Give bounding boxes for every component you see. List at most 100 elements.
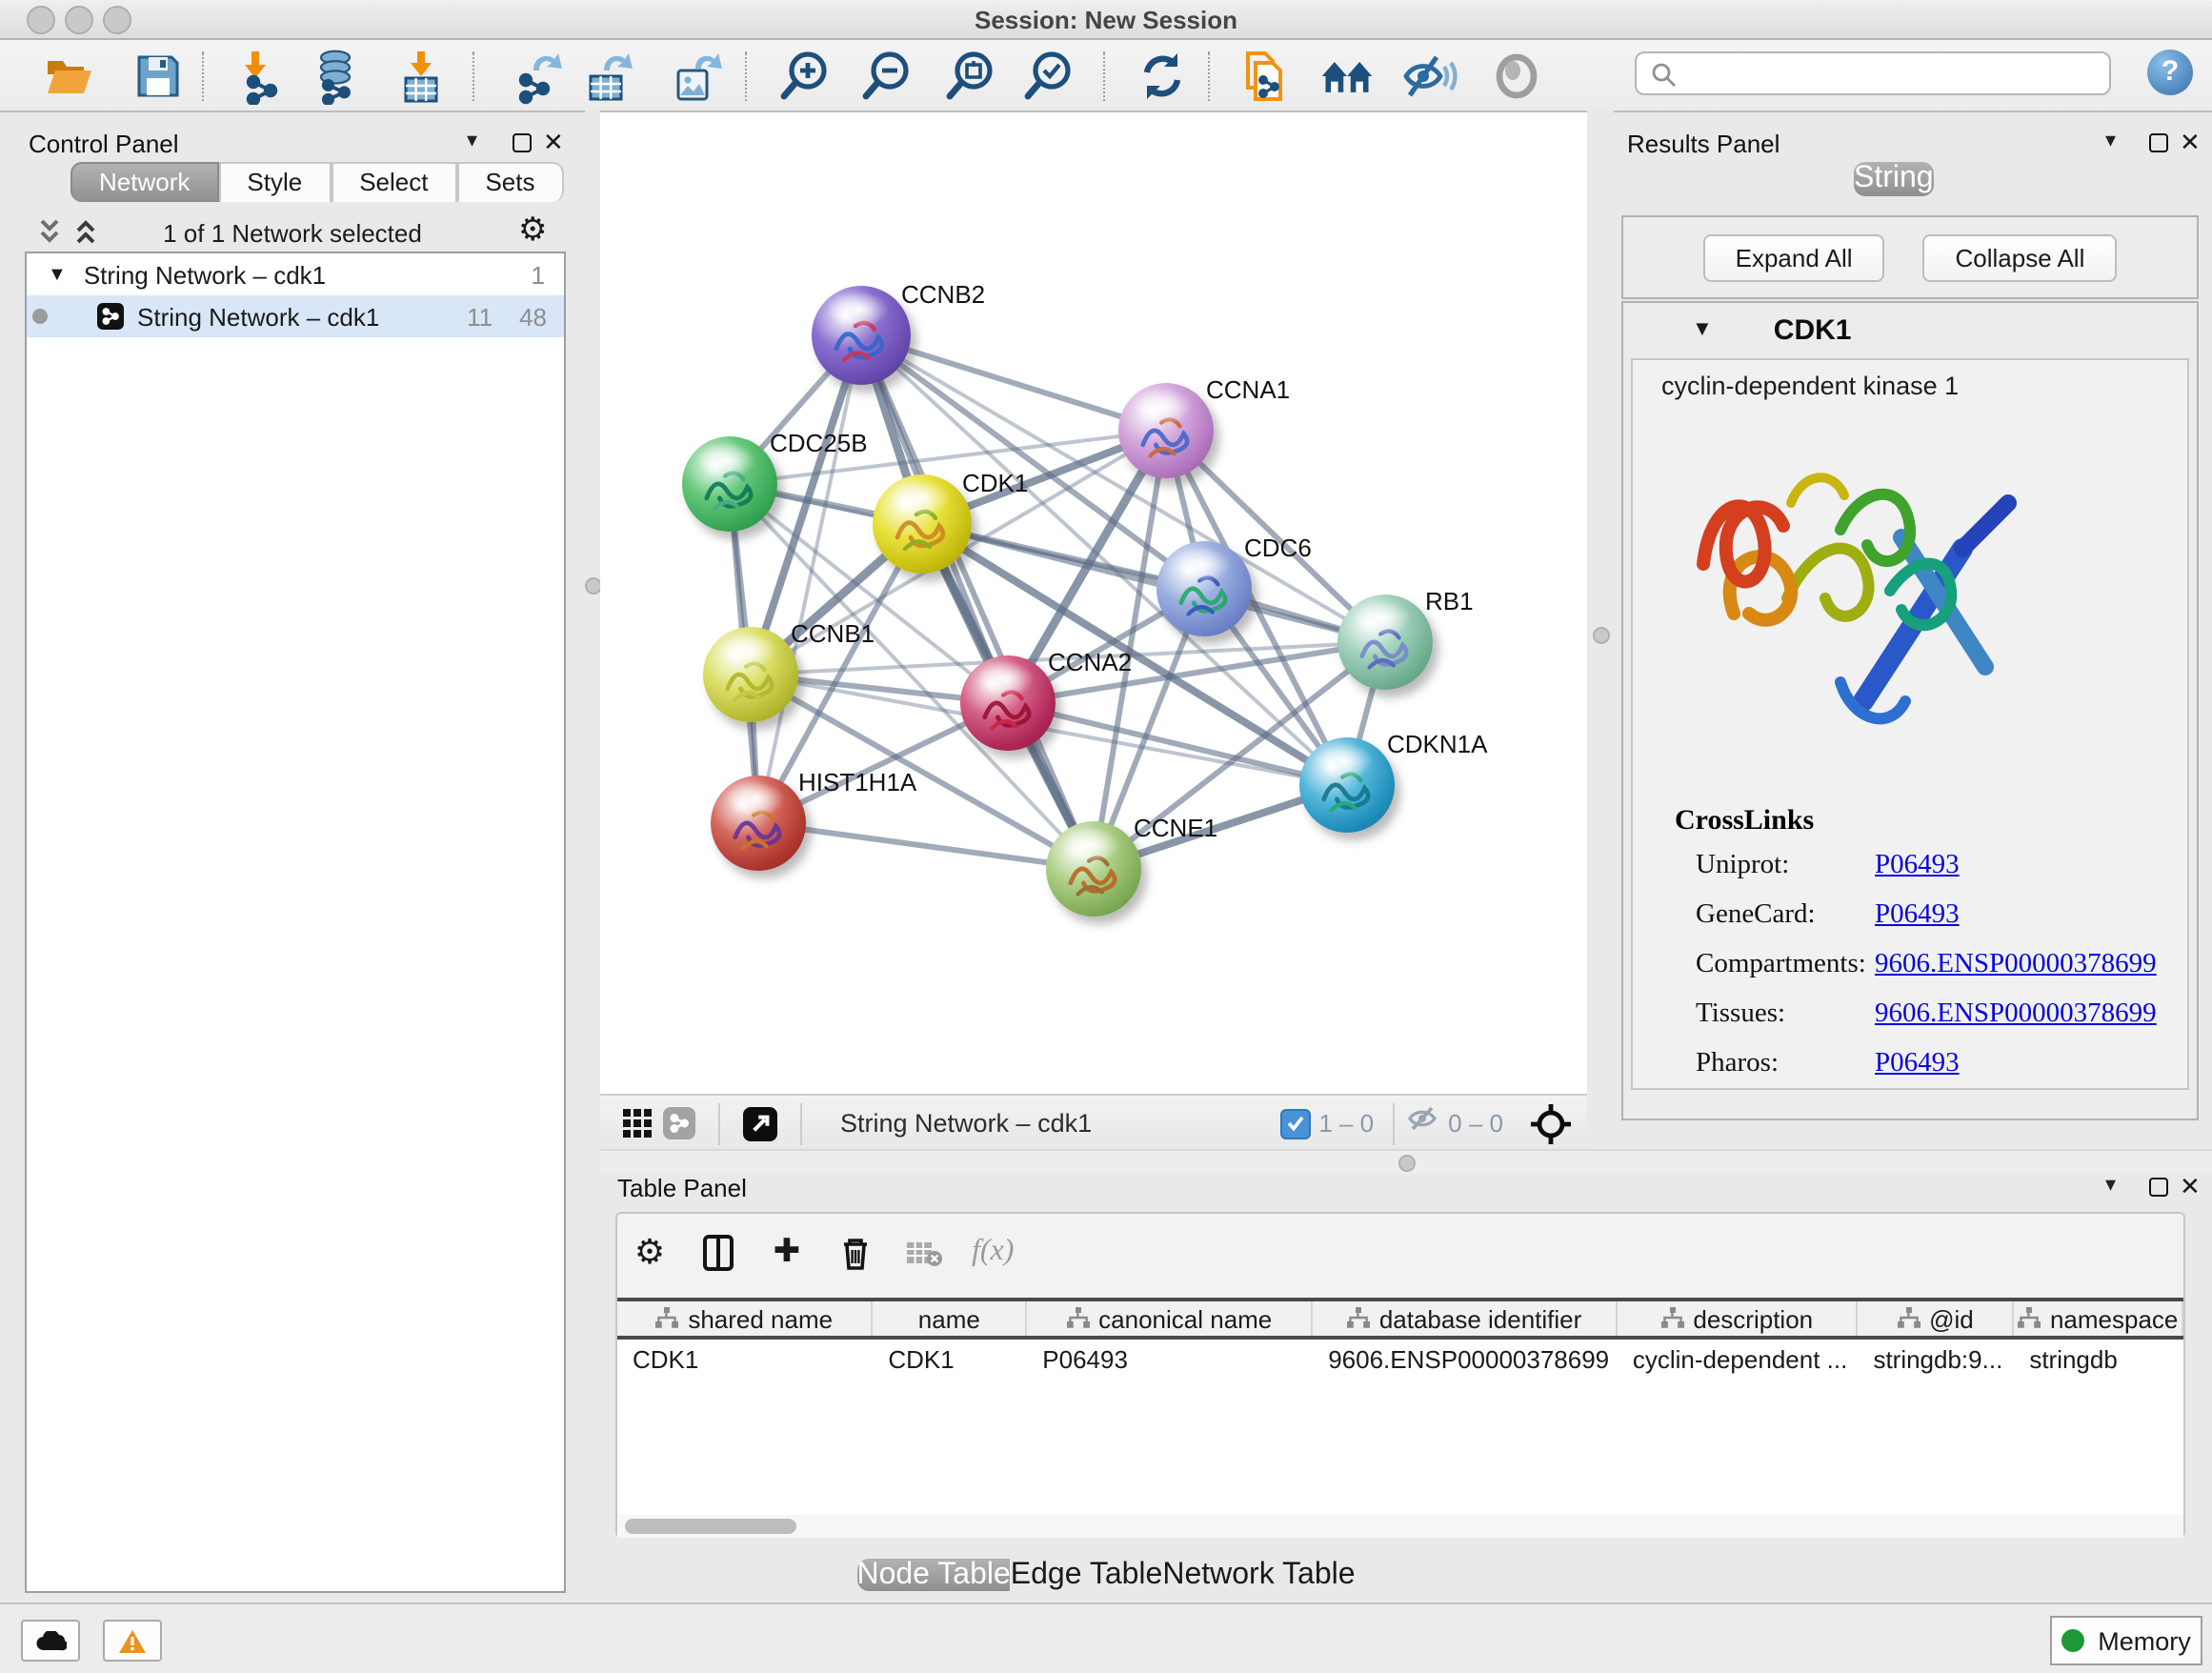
hide-unhide-icon[interactable] (1400, 48, 1458, 105)
edge-HIST1H1A-CCNE1[interactable] (758, 823, 1094, 869)
table-cell[interactable]: stringdb:9... (1858, 1345, 2014, 1374)
gene-section-header[interactable]: ▼ CDK1 (1623, 303, 2197, 356)
delete-column-icon[interactable] (835, 1231, 876, 1273)
table-cell[interactable]: CDK1 (873, 1345, 1027, 1374)
table-hscrollbar[interactable] (617, 1515, 2183, 1538)
edge-CCNB2-HIST1H1A[interactable] (758, 335, 861, 823)
table-settings-gear-icon[interactable]: ⚙ (629, 1231, 671, 1273)
network-canvas[interactable]: CCNB2 CCNA1 CDC25B CDK1 CDC6 RB1 CCNB1 C… (600, 112, 1587, 1094)
column-header--id[interactable]: @id (1859, 1301, 2015, 1336)
show-columns-icon[interactable] (697, 1231, 739, 1273)
right-splitter[interactable] (1587, 111, 1614, 1149)
warnings-button[interactable] (103, 1620, 162, 1662)
network-row[interactable]: String Network – cdk1 11 48 (27, 295, 564, 337)
network-node-count: 11 (467, 302, 493, 331)
crosslink-label: Tissues: (1696, 998, 1875, 1031)
birdseye-view-icon[interactable] (739, 1102, 781, 1144)
cloud-button[interactable] (21, 1620, 80, 1662)
crosslink-link[interactable]: P06493 (1875, 899, 1960, 932)
network-collection-row[interactable]: ▼ String Network – cdk1 1 (27, 253, 564, 295)
node-CDK1[interactable] (873, 474, 972, 574)
tab-sets[interactable]: Sets (456, 162, 563, 202)
selected-checkbox-icon[interactable] (1280, 1108, 1311, 1139)
node-CCNB1[interactable] (703, 627, 798, 722)
import-network-database-icon[interactable] (307, 48, 364, 105)
control-panel-collapse-icon[interactable]: ▾ (467, 130, 477, 152)
zoom-out-icon[interactable] (859, 48, 916, 105)
collapse-all-button[interactable]: Collapse All (1923, 233, 2118, 281)
table-cell[interactable]: cyclin-dependent ... (1618, 1345, 1859, 1374)
crosslink-link[interactable]: P06493 (1875, 850, 1960, 882)
add-column-icon[interactable]: ✚ (766, 1231, 808, 1273)
column-header-name[interactable]: name (873, 1301, 1027, 1336)
clone-network-icon[interactable] (1233, 48, 1290, 105)
node-RB1[interactable] (1337, 595, 1433, 690)
node-CDC6[interactable] (1156, 541, 1252, 636)
node-gloss-highlight (1134, 388, 1193, 424)
column-header-description[interactable]: description (1618, 1301, 1859, 1336)
import-table-icon[interactable] (392, 48, 450, 105)
tree-expander-icon[interactable]: ▼ (48, 264, 67, 285)
node-CDC25B[interactable] (682, 436, 777, 532)
node-CCNA1[interactable] (1118, 383, 1214, 478)
results-panel-collapse-icon[interactable]: ▾ (2105, 130, 2116, 152)
node-CCNE1[interactable] (1046, 821, 1141, 917)
zoom-in-icon[interactable] (777, 48, 835, 105)
tab-string[interactable]: String (1854, 162, 1934, 196)
results-panel-close-icon[interactable]: ✕ (2180, 128, 2201, 158)
table-panel-collapse-icon[interactable]: ▾ (2105, 1174, 2116, 1197)
tab-select[interactable]: Select (331, 162, 456, 202)
network-options-gear-icon[interactable]: ⚙ (518, 212, 548, 250)
crosslink-row: Uniprot:P06493 (1696, 850, 2187, 882)
tab-node-table[interactable]: Node Table (856, 1559, 1010, 1591)
table-cell[interactable]: CDK1 (617, 1345, 873, 1374)
share-network-icon[interactable] (657, 1102, 699, 1144)
export-network-icon[interactable] (511, 48, 568, 105)
crosslink-link[interactable]: 9606.ENSP00000378699 (1875, 998, 2157, 1031)
import-network-file-icon[interactable] (234, 48, 292, 105)
expand-all-button[interactable]: Expand All (1703, 233, 1885, 281)
table-hscrollbar-thumb[interactable] (625, 1519, 796, 1534)
fit-crosshair-icon[interactable] (1530, 1102, 1572, 1144)
node-CCNB2[interactable] (812, 286, 911, 385)
node-CCNA2[interactable] (960, 655, 1056, 751)
left-splitter[interactable] (585, 111, 600, 1602)
table-row[interactable]: CDK1CDK1P064939606.ENSP00000378699cyclin… (617, 1340, 2183, 1380)
column-header-shared-name[interactable]: shared name (617, 1301, 873, 1336)
column-header-canonical-name[interactable]: canonical name (1027, 1301, 1313, 1336)
node-CDKN1A[interactable] (1299, 737, 1395, 833)
control-panel-float-icon[interactable] (513, 133, 532, 152)
refresh-icon[interactable] (1134, 48, 1191, 105)
save-session-icon[interactable] (130, 48, 187, 105)
grid-view-icon[interactable] (615, 1102, 657, 1144)
table-cell[interactable]: stringdb (2014, 1345, 2183, 1374)
tab-edge-table[interactable]: Edge Table (1011, 1559, 1163, 1591)
crosslinks-title: CrossLinks (1675, 806, 2187, 838)
crosslink-link[interactable]: P06493 (1875, 1048, 1960, 1080)
tab-network[interactable]: Network (70, 162, 218, 202)
control-panel-close-icon[interactable]: ✕ (543, 128, 564, 158)
table-panel-float-icon[interactable] (2149, 1178, 2168, 1197)
search-input[interactable] (1635, 51, 2111, 95)
gene-collapse-icon[interactable]: ▼ (1692, 318, 1713, 341)
crosslink-link[interactable]: 9606.ENSP00000378699 (1875, 949, 2157, 981)
zoom-selected-icon[interactable] (1021, 48, 1078, 105)
results-panel-float-icon[interactable] (2149, 133, 2168, 152)
open-session-icon[interactable] (40, 48, 97, 105)
splitter-handle[interactable] (1593, 627, 1610, 644)
export-image-icon[interactable] (669, 48, 726, 105)
home-icon[interactable] (1318, 48, 1376, 105)
table-cell[interactable]: 9606.ENSP00000378699 (1313, 1345, 1618, 1374)
memory-button[interactable]: Memory (2050, 1616, 2202, 1665)
tab-style[interactable]: Style (218, 162, 331, 202)
show-graphics-details-icon[interactable] (1488, 48, 1545, 105)
table-panel-close-icon[interactable]: ✕ (2180, 1172, 2201, 1202)
help-icon[interactable]: ? (2147, 50, 2193, 95)
zoom-fit-icon[interactable] (943, 48, 1000, 105)
export-table-icon[interactable] (581, 48, 638, 105)
node-HIST1H1A[interactable] (711, 776, 806, 871)
column-header-database-identifier[interactable]: database identifier (1313, 1301, 1618, 1336)
table-cell[interactable]: P06493 (1027, 1345, 1313, 1374)
column-header-namespace[interactable]: namespace (2014, 1301, 2183, 1336)
tab-network-table[interactable]: Network Table (1162, 1559, 1355, 1591)
